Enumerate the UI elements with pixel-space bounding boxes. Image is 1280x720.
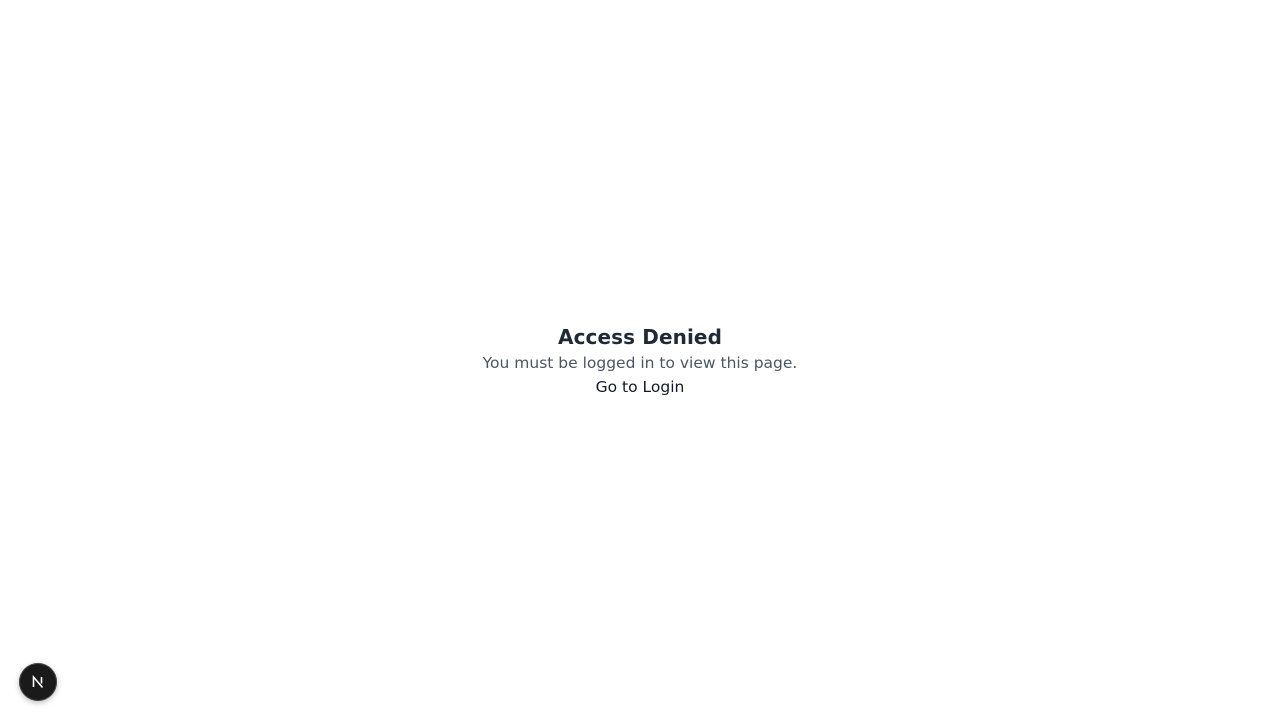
nextjs-logo-icon: [32, 674, 44, 689]
page-title: Access Denied: [558, 325, 722, 349]
access-denied-panel: Access Denied You must be logged in to v…: [0, 324, 1280, 399]
access-denied-message: You must be logged in to view this page.: [482, 354, 798, 372]
page: Access Denied You must be logged in to v…: [0, 0, 1280, 720]
nextjs-dev-indicator-button[interactable]: [19, 663, 57, 701]
go-to-login-link[interactable]: Go to Login: [596, 375, 685, 399]
